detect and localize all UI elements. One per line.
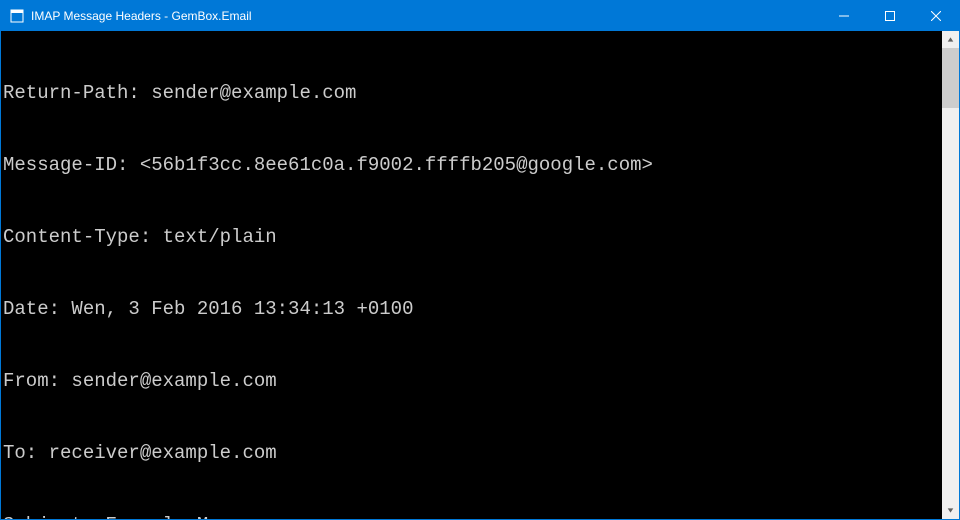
header-line: Date: Wen, 3 Feb 2016 13:34:13 +0100 xyxy=(3,297,942,321)
console-output: Return-Path: sender@example.com Message-… xyxy=(1,31,942,519)
minimize-button[interactable] xyxy=(821,1,867,31)
scroll-up-arrow-icon[interactable] xyxy=(942,31,959,48)
maximize-button[interactable] xyxy=(867,1,913,31)
vertical-scrollbar[interactable] xyxy=(942,31,959,519)
header-line: From: sender@example.com xyxy=(3,369,942,393)
app-icon xyxy=(9,8,25,24)
header-line: Subject: Example Message xyxy=(3,513,942,519)
content-area: Return-Path: sender@example.com Message-… xyxy=(1,31,959,519)
header-line: Content-Type: text/plain xyxy=(3,225,942,249)
scroll-thumb[interactable] xyxy=(942,48,959,108)
scroll-track[interactable] xyxy=(942,48,959,502)
close-button[interactable] xyxy=(913,1,959,31)
header-line: Return-Path: sender@example.com xyxy=(3,81,942,105)
titlebar[interactable]: IMAP Message Headers - GemBox.Email xyxy=(1,1,959,31)
window-title: IMAP Message Headers - GemBox.Email xyxy=(31,1,821,31)
scroll-down-arrow-icon[interactable] xyxy=(942,502,959,519)
window-controls xyxy=(821,1,959,31)
header-line: To: receiver@example.com xyxy=(3,441,942,465)
header-line: Message-ID: <56b1f3cc.8ee61c0a.f9002.fff… xyxy=(3,153,942,177)
